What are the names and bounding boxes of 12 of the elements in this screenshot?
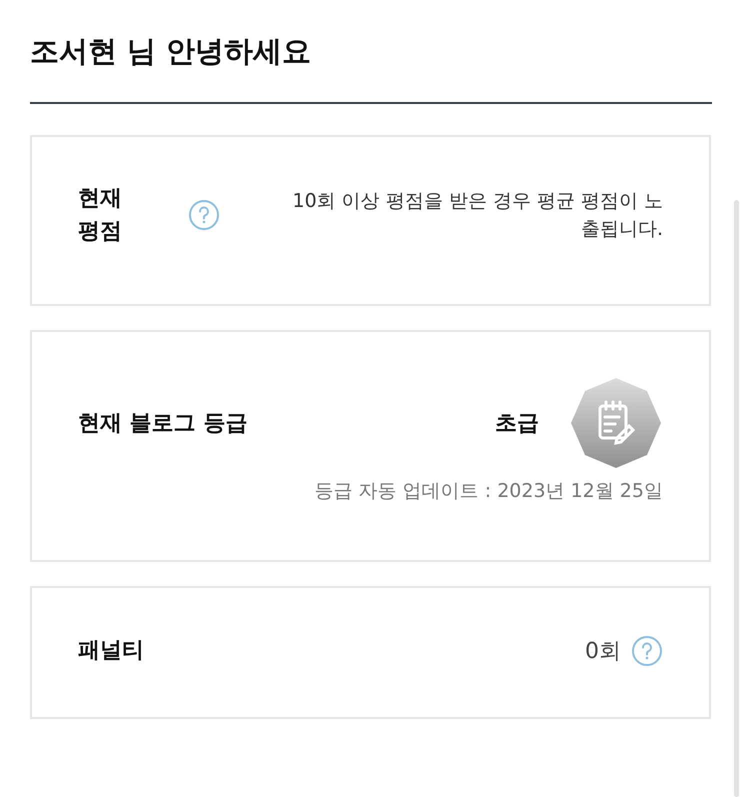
scrollbar[interactable] xyxy=(734,200,739,797)
grade-update-date: 등급 자동 업데이트 : 2023년 12월 25일 xyxy=(314,479,663,504)
help-icon[interactable] xyxy=(631,634,663,666)
greeting-title: 조서현 님 안녕하세요 xyxy=(30,33,312,70)
rating-label: 현재 평점 xyxy=(78,185,123,246)
notepad-badge-icon xyxy=(569,376,663,470)
help-icon[interactable] xyxy=(188,199,220,231)
grade-value: 초급 xyxy=(495,410,539,438)
rating-note: 10회 이상 평점을 받은 경우 평균 평점이 노출됩니다. xyxy=(292,188,663,242)
penalty-label: 패널티 xyxy=(78,637,144,665)
penalty-count: 0회 xyxy=(585,638,621,666)
grade-label: 현재 블로그 등급 xyxy=(78,410,248,438)
